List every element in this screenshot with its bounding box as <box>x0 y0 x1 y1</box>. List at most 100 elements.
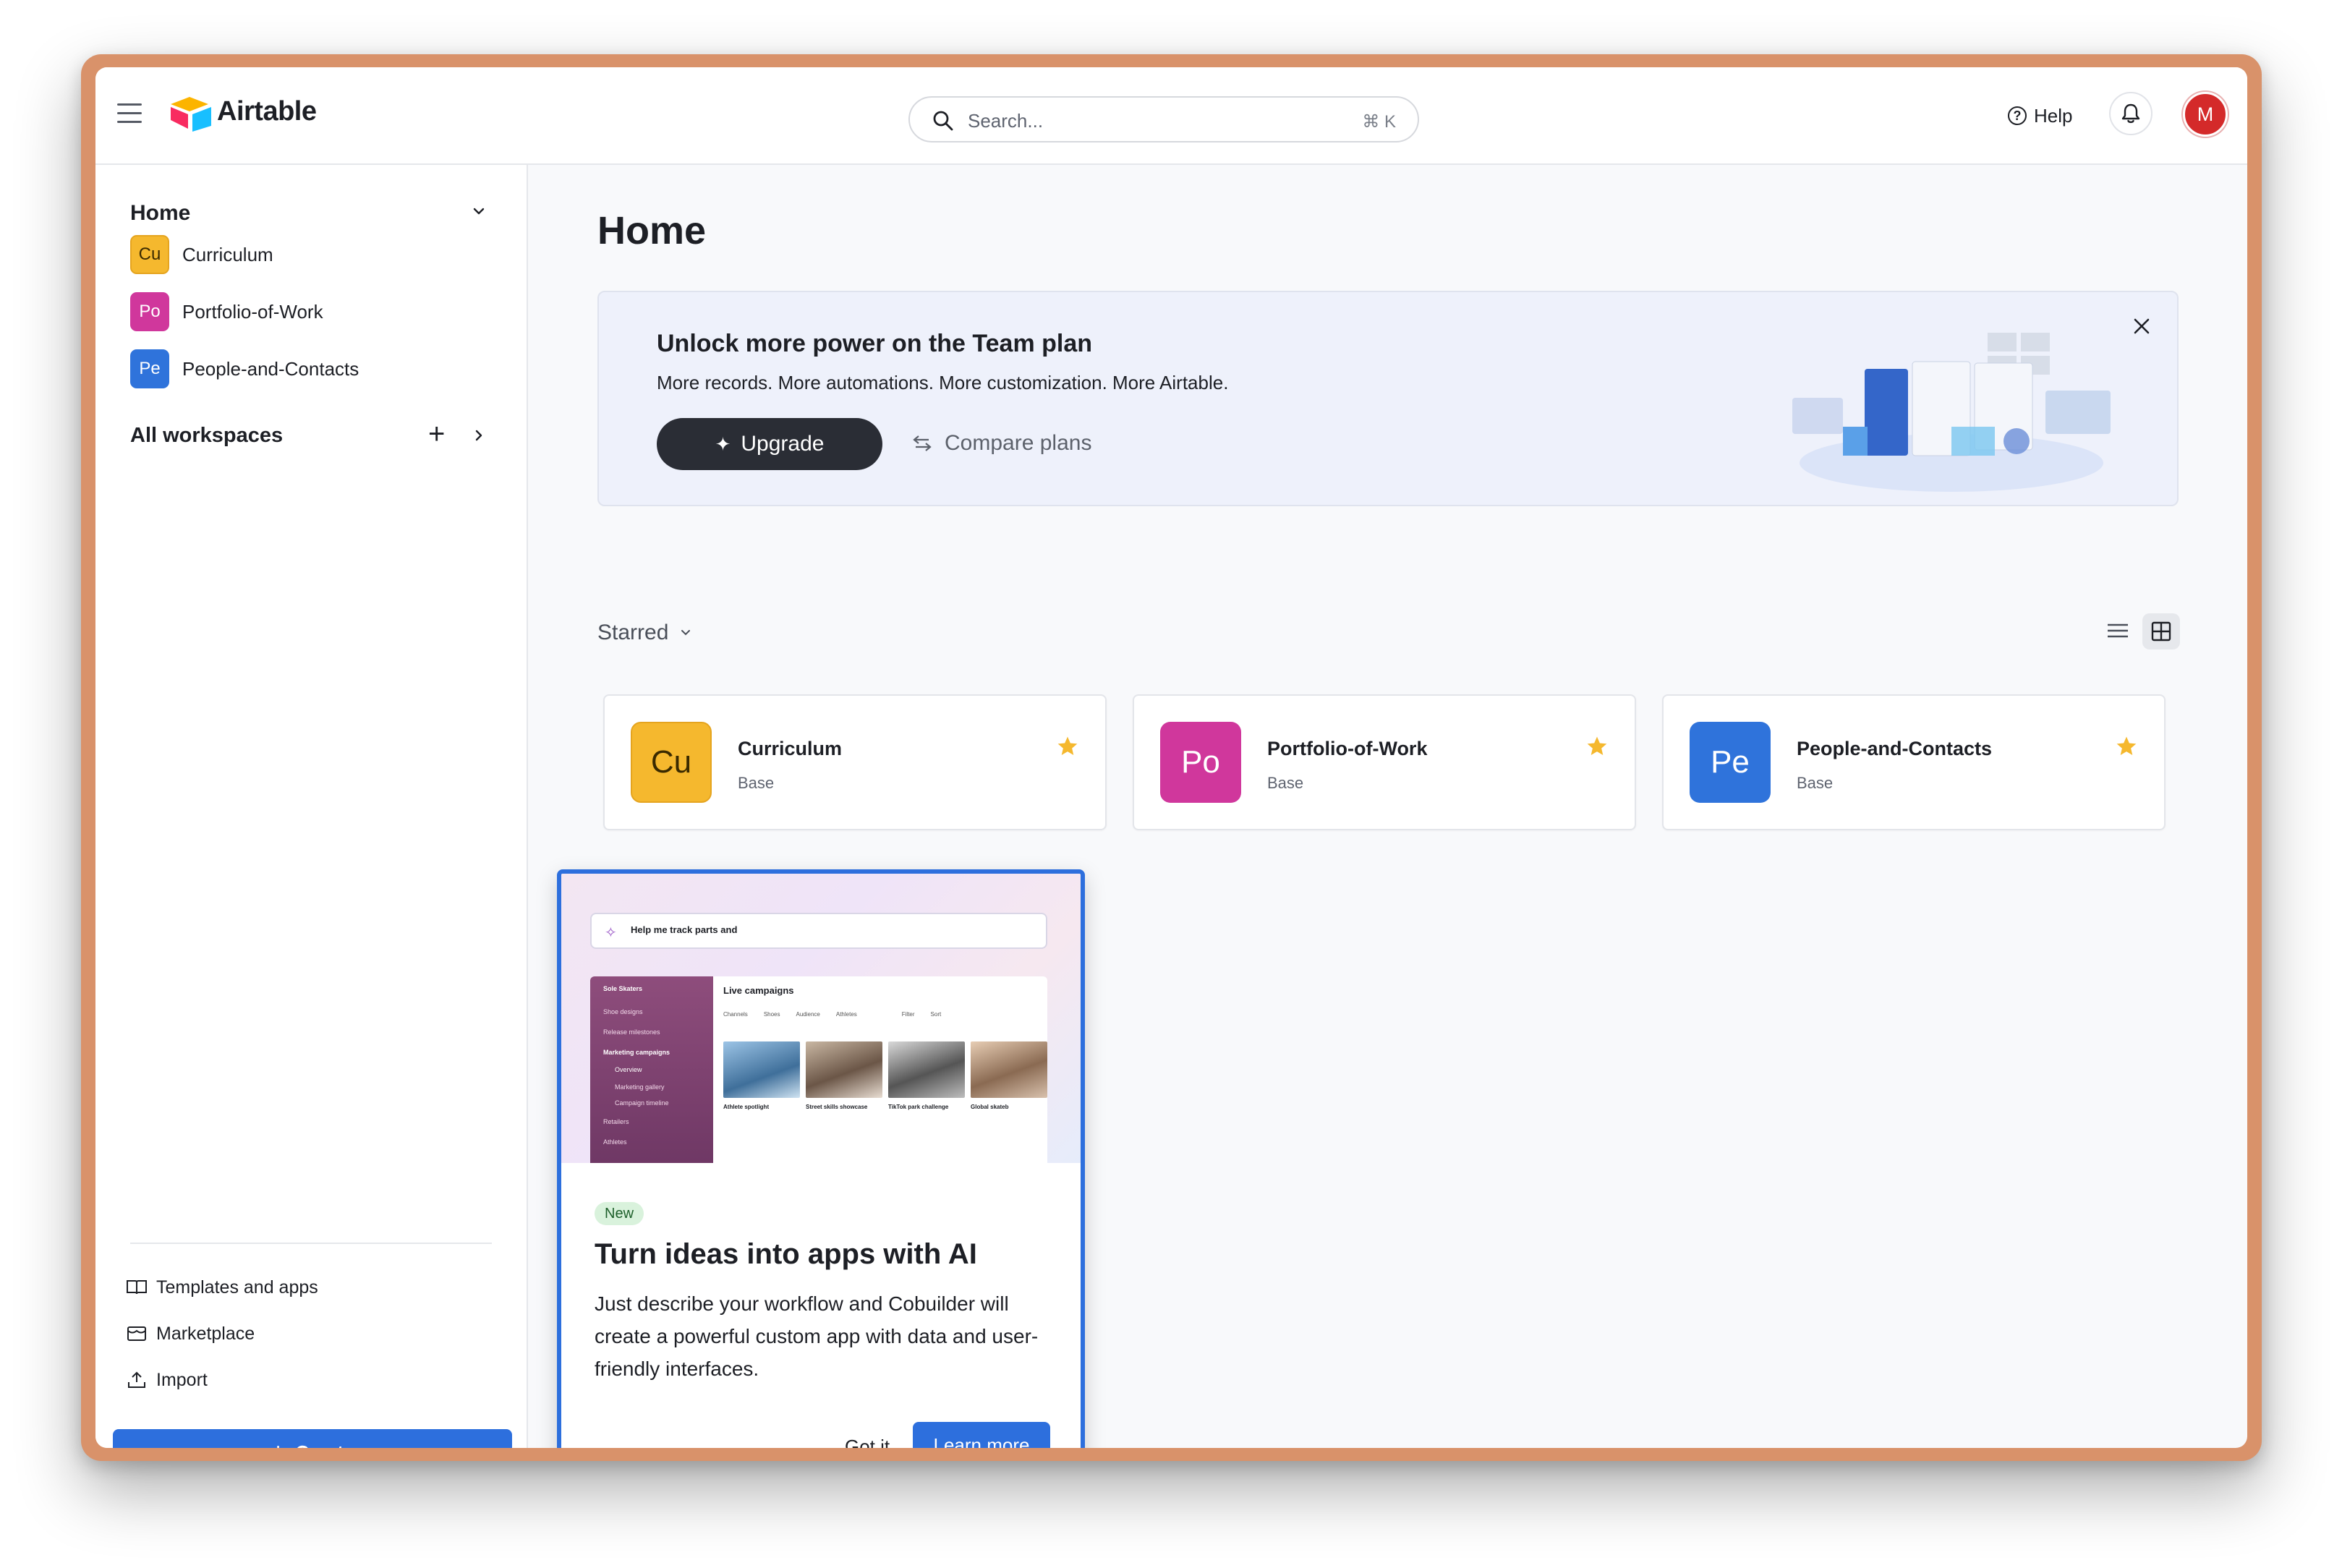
airtable-app: Airtable Search... ⌘ K ? Help M Home Cu … <box>95 67 2247 1448</box>
marketplace-label: Marketplace <box>156 1323 255 1344</box>
mini-view-title: Live campaigns <box>723 985 794 996</box>
learn-more-button[interactable]: Learn more <box>913 1422 1050 1448</box>
main-content: Home Unlock more power on the Team plan … <box>528 165 2247 1448</box>
base-badge: Po <box>130 292 169 331</box>
base-type: Base <box>738 774 775 792</box>
popover-hero-image: ✧ Help me track parts and Sole Skaters S… <box>561 874 1081 1163</box>
mini-workspace: Sole Skaters <box>603 985 643 992</box>
mini-filter: Audience <box>796 1011 820 1018</box>
popover-title: Turn ideas into apps with AI <box>595 1238 977 1270</box>
mini-filter: Shoes <box>763 1011 780 1018</box>
star-icon[interactable] <box>2115 735 2138 758</box>
sidebar-all-workspaces[interactable]: All workspaces <box>130 424 283 448</box>
search-shortcut: ⌘ K <box>1362 112 1396 132</box>
notifications-button[interactable] <box>2109 92 2152 135</box>
base-name: People-and-Contacts <box>1797 738 1993 759</box>
base-badge: Cu <box>130 235 169 274</box>
mini-nav-item: Marketing campaigns <box>603 1049 670 1056</box>
sidebar: Home Cu Curriculum Po Portfolio-of-Work … <box>95 165 528 1448</box>
sidebar-home[interactable]: Home <box>130 201 190 226</box>
starred-label: Starred <box>597 621 669 644</box>
mini-nav-item: Shoe designs <box>603 1008 643 1015</box>
upgrade-button[interactable]: ✦ Upgrade <box>657 418 882 470</box>
sidebar-item-label: Portfolio-of-Work <box>182 300 323 323</box>
prompt-text: Help me track parts and <box>631 924 738 935</box>
chevron-right-icon[interactable] <box>470 427 487 444</box>
book-icon <box>127 1280 147 1295</box>
base-name: Curriculum <box>738 738 843 759</box>
base-icon: Po <box>1160 722 1241 803</box>
mini-captions: Athlete spotlight Street skills showcase… <box>723 1104 1047 1110</box>
sidebar-divider <box>130 1243 492 1244</box>
gallery-photo <box>723 1041 800 1098</box>
gallery-caption: Athlete spotlight <box>723 1104 770 1110</box>
airtable-logo-icon <box>171 97 211 132</box>
gallery-photo <box>971 1041 1047 1098</box>
base-badge: Pe <box>130 349 169 388</box>
sidebar-item-portfolio[interactable]: Po Portfolio-of-Work <box>130 291 323 332</box>
gallery-photo <box>888 1041 965 1098</box>
mini-app-preview: Sole Skaters Shoe designs Release milest… <box>590 976 1047 1163</box>
cobuilder-popover: ✧ Help me track parts and Sole Skaters S… <box>557 869 1085 1448</box>
base-card-portfolio[interactable]: Po Portfolio-of-Work Base <box>1133 694 1636 830</box>
base-icon: Cu <box>631 722 712 803</box>
grid-view-button[interactable] <box>2142 613 2180 649</box>
chevron-down-icon[interactable] <box>470 203 487 220</box>
plus-icon: + <box>271 1440 286 1448</box>
base-name: Portfolio-of-Work <box>1267 738 1428 759</box>
import-link[interactable]: Import <box>126 1365 208 1394</box>
upload-icon <box>128 1371 145 1388</box>
storefront-icon <box>127 1326 146 1341</box>
compare-label: Compare plans <box>945 431 1092 455</box>
mini-nav-item: Release milestones <box>603 1028 660 1036</box>
upgrade-banner: Unlock more power on the Team plan More … <box>597 291 2179 506</box>
gallery-caption: Street skills showcase <box>806 1104 868 1110</box>
gallery-caption: TikTok park challenge <box>888 1104 949 1110</box>
search-icon <box>933 111 953 131</box>
page-title: Home <box>597 209 707 252</box>
mini-nav-item: Retailers <box>603 1118 629 1125</box>
starred-dropdown[interactable]: Starred <box>597 621 693 645</box>
marketplace-link[interactable]: Marketplace <box>126 1319 255 1348</box>
avatar[interactable]: M <box>2183 92 2228 137</box>
sidebar-item-people[interactable]: Pe People-and-Contacts <box>130 349 359 389</box>
product-illustration <box>1792 333 2111 492</box>
mini-nav-item: Campaign timeline <box>615 1099 669 1107</box>
templates-link[interactable]: Templates and apps <box>126 1273 318 1302</box>
gallery-photo <box>806 1041 882 1098</box>
banner-title: Unlock more power on the Team plan <box>657 330 1093 357</box>
search-input[interactable]: Search... ⌘ K <box>908 96 1419 142</box>
templates-label: Templates and apps <box>156 1277 318 1298</box>
mini-filters: Channels Shoes Audience Athletes Filter … <box>723 1011 1040 1018</box>
star-icon[interactable] <box>1585 735 1609 758</box>
gallery-caption: Global skateb <box>971 1104 1009 1110</box>
add-workspace-icon[interactable]: + <box>428 419 445 448</box>
search-placeholder: Search... <box>968 110 1044 132</box>
mini-sidebar: Sole Skaters Shoe designs Release milest… <box>590 976 713 1163</box>
menu-icon[interactable] <box>117 103 142 125</box>
mini-nav-item: Athletes <box>603 1138 627 1146</box>
question-icon: ? <box>2008 106 2027 125</box>
upgrade-label: Upgrade <box>741 432 825 456</box>
base-type: Base <box>1797 774 1834 792</box>
grid-icon <box>2151 621 2171 642</box>
base-card-curriculum[interactable]: Cu Curriculum Base <box>603 694 1107 830</box>
base-card-people[interactable]: Pe People-and-Contacts Base <box>1662 694 2166 830</box>
chevron-down-icon <box>681 630 691 636</box>
popover-body: Just describe your workflow and Cobuilde… <box>595 1292 1039 1380</box>
close-icon[interactable] <box>2131 315 2152 337</box>
got-it-button[interactable]: Got it <box>833 1423 901 1449</box>
sparkle-icon: ✧ <box>605 925 617 941</box>
sidebar-item-curriculum[interactable]: Cu Curriculum <box>130 234 273 275</box>
mini-nav-item: Marketing gallery <box>615 1083 665 1091</box>
sidebar-item-label: Curriculum <box>182 243 273 265</box>
help-button[interactable]: ? Help <box>2008 98 2072 134</box>
mini-filter: Athletes <box>835 1011 857 1018</box>
star-icon[interactable] <box>1056 735 1079 758</box>
list-view-button[interactable] <box>2102 615 2134 647</box>
create-button[interactable]: + Create <box>113 1429 512 1448</box>
compare-plans-button[interactable]: Compare plans <box>911 431 1091 456</box>
help-label: Help <box>2034 104 2073 127</box>
bell-icon <box>2121 103 2140 124</box>
app-name[interactable]: Airtable <box>217 96 317 127</box>
